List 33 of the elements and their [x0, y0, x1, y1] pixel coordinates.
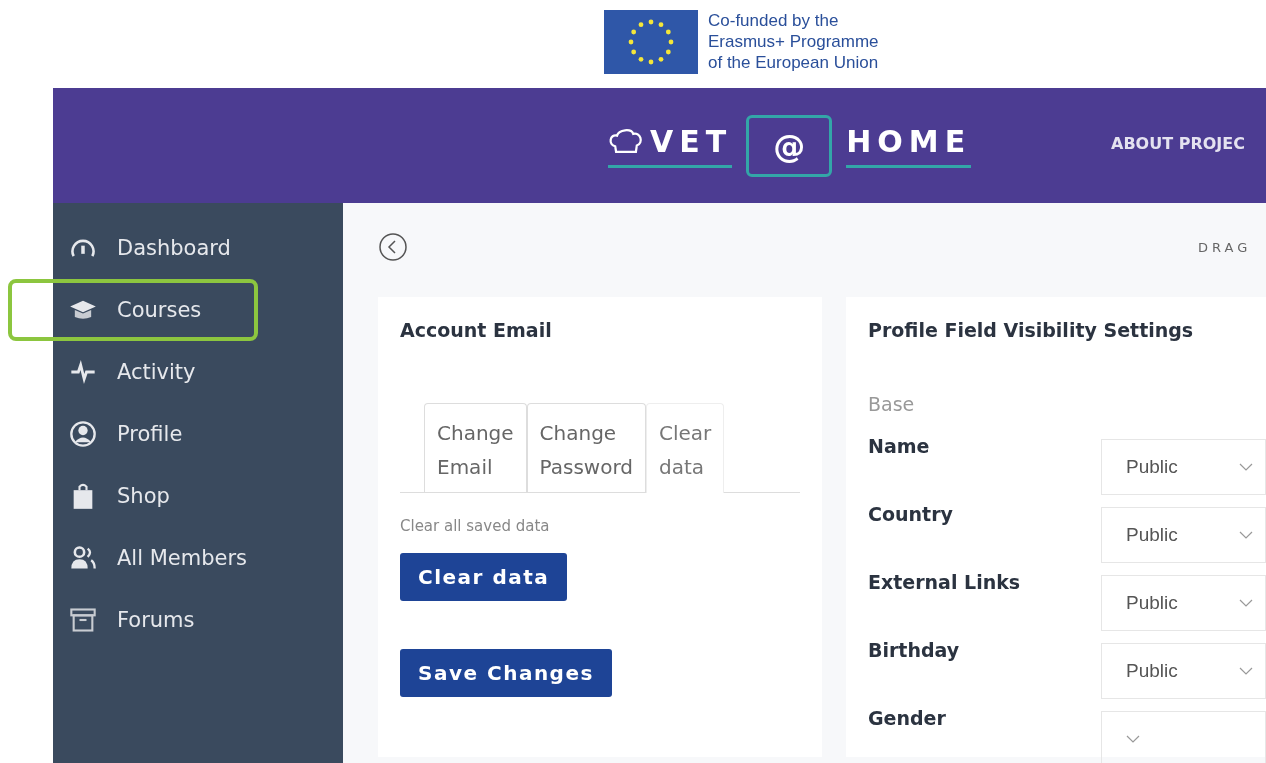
funding-text: of the European Union — [708, 52, 879, 73]
drag-hint: DRAG — [1198, 239, 1252, 255]
visibility-select[interactable]: Public — [1101, 507, 1266, 563]
logo-text: VET — [650, 123, 733, 159]
sidebar-item[interactable]: Activity — [8, 341, 258, 403]
visibility-select[interactable]: Public — [1101, 643, 1266, 699]
visibility-select[interactable]: Public — [1101, 439, 1266, 495]
funding-text: Erasmus+ Programme — [708, 31, 879, 52]
field-label: Name — [868, 435, 931, 457]
logo-text: HOME — [846, 123, 972, 159]
description-text: Clear all saved data — [400, 517, 551, 535]
sidebar-item[interactable]: Courses — [8, 279, 258, 341]
logo-text: @ — [773, 126, 806, 165]
nav-link[interactable]: ABOUT PROJEC — [1111, 134, 1245, 153]
action-button[interactable]: Clear data — [400, 553, 568, 601]
funding-text: Co-funded by the — [708, 10, 840, 31]
action-button[interactable]: Save Changes — [400, 649, 612, 697]
card-title: Profile Field Visibility Settings — [868, 319, 1195, 341]
field-label: External Links — [868, 571, 1022, 593]
tab[interactable]: Change Password — [526, 403, 646, 492]
sidebar-item[interactable]: Dashboard — [8, 217, 258, 279]
visibility-select[interactable]: Public — [1101, 575, 1266, 631]
field-label: Birthday — [868, 639, 961, 661]
group-label: Base — [868, 393, 916, 415]
card-title: Account Email — [400, 319, 553, 341]
sidebar-item[interactable]: Forums — [8, 589, 258, 651]
field-label: Country — [868, 503, 954, 525]
tab[interactable]: Change Email — [424, 403, 527, 492]
sidebar-item[interactable]: Shop — [8, 465, 258, 527]
tab[interactable]: Clear data — [646, 403, 725, 493]
sidebar-item[interactable]: All Members — [8, 527, 258, 589]
field-label: Gender — [868, 707, 947, 729]
sidebar-item[interactable]: Profile — [8, 403, 258, 465]
